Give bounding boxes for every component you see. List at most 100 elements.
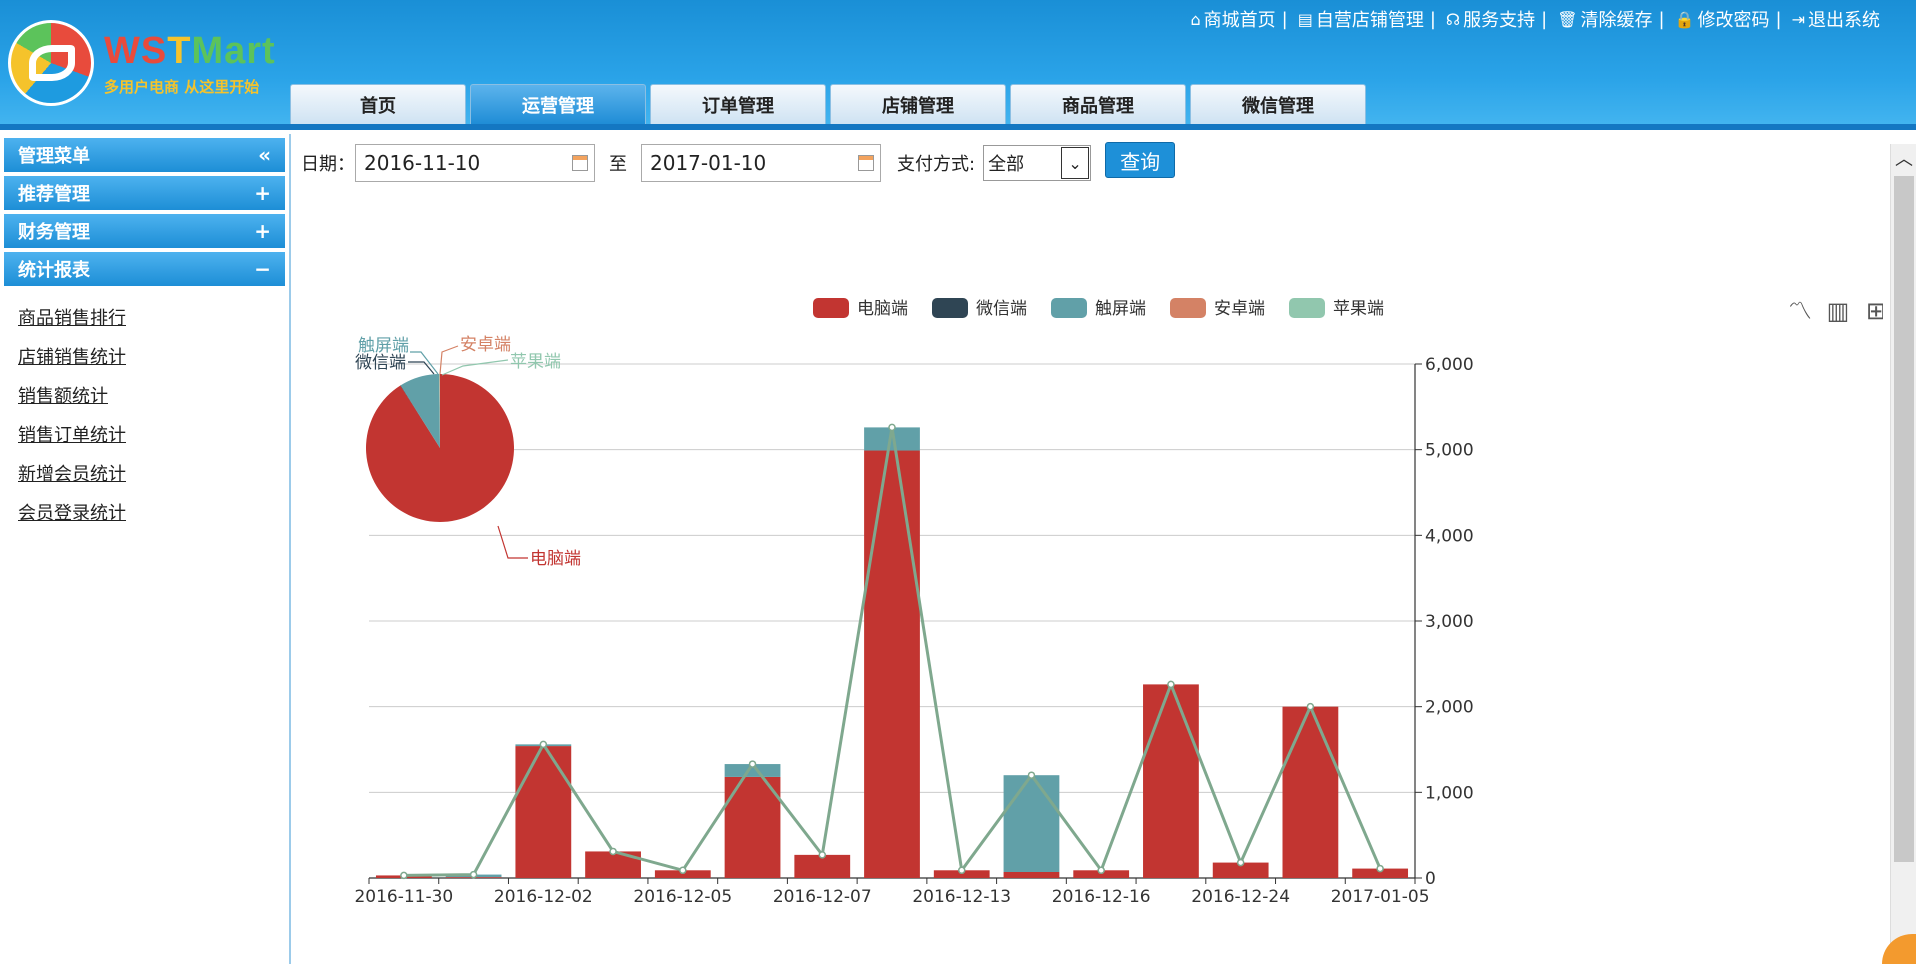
line-chart-icon[interactable]: 〽 <box>1788 297 1812 325</box>
expand-icon[interactable]: + <box>254 181 271 205</box>
line-point-2016-12-06[interactable] <box>748 760 757 768</box>
legend-apple[interactable]: 苹果端 <box>1289 298 1384 319</box>
legend-swatch <box>813 298 849 318</box>
sidebar-link[interactable]: 会员登录统计 <box>18 499 289 524</box>
scroll-up-icon[interactable]: ︿ <box>1891 144 1916 172</box>
end-date-input[interactable]: 2017-01-10 <box>641 144 881 182</box>
home-icon: ⌂ <box>1190 9 1201 29</box>
legend-touch[interactable]: 触屏端 <box>1051 298 1146 319</box>
scroll-thumb[interactable] <box>1894 176 1914 862</box>
sidebar: 管理菜单 « 推荐管理 + 财务管理 + 统计报表 − 商品销售排行 店铺销售统计 销售额统计销售… <box>0 134 291 964</box>
line-point-2016-12-02[interactable] <box>539 740 548 749</box>
line-point-2016-12-26[interactable] <box>1306 702 1315 711</box>
line-point-2016-12-22[interactable] <box>1167 680 1175 689</box>
y-tick-label: 3,000 <box>1425 612 1474 632</box>
store-icon: ▤ <box>1297 9 1313 29</box>
line-point-2016-12-16[interactable] <box>1097 866 1105 875</box>
bar-2016-12-26-0[interactable] <box>1282 706 1339 878</box>
collapse-icon[interactable]: « <box>258 143 271 167</box>
nav-tab-1[interactable]: 运营管理 <box>470 84 646 124</box>
sidebar-section-label: 财务管理 <box>18 222 90 243</box>
logo-mark <box>8 20 94 106</box>
nav-tab-5[interactable]: 微信管理 <box>1190 84 1366 124</box>
line-point-2016-12-03[interactable] <box>609 847 617 856</box>
pay-method-select[interactable]: 全部 ⌄ <box>983 145 1092 181</box>
logo-slogan: 多用户电商 从这里开始 <box>104 78 260 96</box>
line-point-2016-11-30[interactable] <box>400 871 408 880</box>
sidebar-section-1[interactable]: 推荐管理 + <box>4 176 285 210</box>
legend-swatch <box>1289 298 1325 318</box>
sidebar-link[interactable]: 新增会员统计 <box>18 460 289 485</box>
nav-tab-0[interactable]: 首页 <box>290 84 466 124</box>
top-link-headset[interactable]: ☊ 服务支持 | <box>1442 6 1551 32</box>
sidebar-link[interactable]: 商品销售排行 <box>18 304 289 329</box>
legend-label: 微信端 <box>976 299 1027 319</box>
bar-2016-12-14-2[interactable] <box>1003 775 1060 873</box>
top-link-separator: | <box>1775 8 1782 30</box>
bar-2016-12-14-0[interactable] <box>1003 872 1060 878</box>
date-label: 日期： <box>301 154 355 175</box>
x-tick-label: 2016-12-24 <box>1191 887 1290 907</box>
sidebar-section-2[interactable]: 财务管理 + <box>4 214 285 248</box>
x-tick-label: 2016-11-30 <box>354 887 453 907</box>
bar-2016-12-22-0[interactable] <box>1143 684 1199 878</box>
line-point-2016-12-07[interactable] <box>818 851 827 859</box>
line-point-2016-12-13[interactable] <box>957 866 966 875</box>
legend-label: 电脑端 <box>857 299 908 319</box>
expand-icon[interactable]: + <box>254 219 271 243</box>
sales-chart: 电脑端微信端触屏端安卓端苹果端〽▥⊞↻⤓01,0002,0003,0004,00… <box>354 297 1883 907</box>
top-link-trash[interactable]: 🗑 清除缓存 | <box>1553 6 1668 32</box>
grid-icon[interactable]: ⊞ <box>1866 297 1883 325</box>
chevron-down-icon[interactable]: ⌄ <box>1061 147 1090 179</box>
filter-bar: 日期： 2016-11-10 至 2017-01-10 支付方式: 全部 ⌄ 查… <box>301 142 1176 182</box>
y-tick-label: 0 <box>1425 869 1436 889</box>
pay-method-label: 支付方式: <box>897 154 976 175</box>
bar-chart-icon[interactable]: ▥ <box>1827 297 1850 325</box>
line-point-2016-12-24[interactable] <box>1236 858 1245 867</box>
legend-android[interactable]: 安卓端 <box>1170 298 1265 319</box>
legend-label: 触屏端 <box>1095 299 1146 319</box>
sidebar-section-label: 管理菜单 <box>18 146 90 167</box>
pie-label-line <box>410 351 439 375</box>
top-link-separator: | <box>1541 8 1548 30</box>
start-date-input[interactable]: 2016-11-10 <box>355 144 595 182</box>
nav-tab-4[interactable]: 商品管理 <box>1010 84 1186 124</box>
bar-2016-12-02-0[interactable] <box>515 746 572 878</box>
top-link-logout[interactable]: ⇥ 退出系统 <box>1788 6 1884 32</box>
sidebar-link[interactable]: 销售额统计 <box>18 382 289 407</box>
legend-swatch <box>1051 298 1087 318</box>
nav-tab-3[interactable]: 店铺管理 <box>830 84 1006 124</box>
collapse-section-icon[interactable]: − <box>254 257 271 281</box>
vertical-scrollbar[interactable]: ︿ ﹀ <box>1890 144 1916 964</box>
top-link-separator: | <box>1658 8 1665 30</box>
line-point-2016-12-05[interactable] <box>679 866 687 875</box>
query-button[interactable]: 查询 <box>1105 142 1176 178</box>
line-point-2016-12-01[interactable] <box>469 870 478 879</box>
sidebar-link[interactable]: 销售订单统计 <box>18 421 289 446</box>
sidebar-section-3[interactable]: 统计报表 − <box>4 252 285 286</box>
top-link-label: 服务支持 <box>1463 10 1536 31</box>
line-point-2016-12-14[interactable] <box>1027 771 1036 779</box>
legend-wechat[interactable]: 微信端 <box>932 298 1027 319</box>
top-links: ⌂ 商城首页 | ▤ 自营店铺管理 | ☊ 服务支持 | 🗑 清除缓存 | 🔒 修改密码 | ⇥ 退出系统 <box>1186 6 1884 32</box>
nav-tab-2[interactable]: 订单管理 <box>650 84 826 124</box>
sidebar-section-0[interactable]: 管理菜单 « <box>4 138 285 172</box>
top-link-store[interactable]: ▤ 自营店铺管理 | <box>1294 6 1440 32</box>
pie-label: 触屏端 <box>358 336 409 356</box>
line-point-2017-01-05[interactable] <box>1376 864 1384 873</box>
y-tick-label: 5,000 <box>1425 441 1474 461</box>
bar-2016-12-08-0[interactable] <box>864 450 920 878</box>
calendar-icon[interactable] <box>572 155 588 171</box>
logo[interactable]: WSTMart 多用户电商 从这里开始 <box>8 20 298 110</box>
y-tick-label: 2,000 <box>1425 698 1474 718</box>
logout-icon: ⇥ <box>1791 9 1805 29</box>
calendar-icon[interactable] <box>858 155 874 171</box>
top-link-home[interactable]: ⌂ 商城首页 | <box>1186 6 1291 32</box>
legend-pc[interactable]: 电脑端 <box>813 298 908 319</box>
x-tick-label: 2016-12-02 <box>494 887 593 907</box>
lock-icon: 🔒 <box>1674 9 1695 29</box>
line-point-2016-12-08[interactable] <box>888 423 896 432</box>
top-link-lock[interactable]: 🔒 修改密码 | <box>1671 6 1786 32</box>
y-tick-label: 6,000 <box>1425 355 1474 375</box>
sidebar-link[interactable]: 店铺销售统计 <box>18 343 289 368</box>
